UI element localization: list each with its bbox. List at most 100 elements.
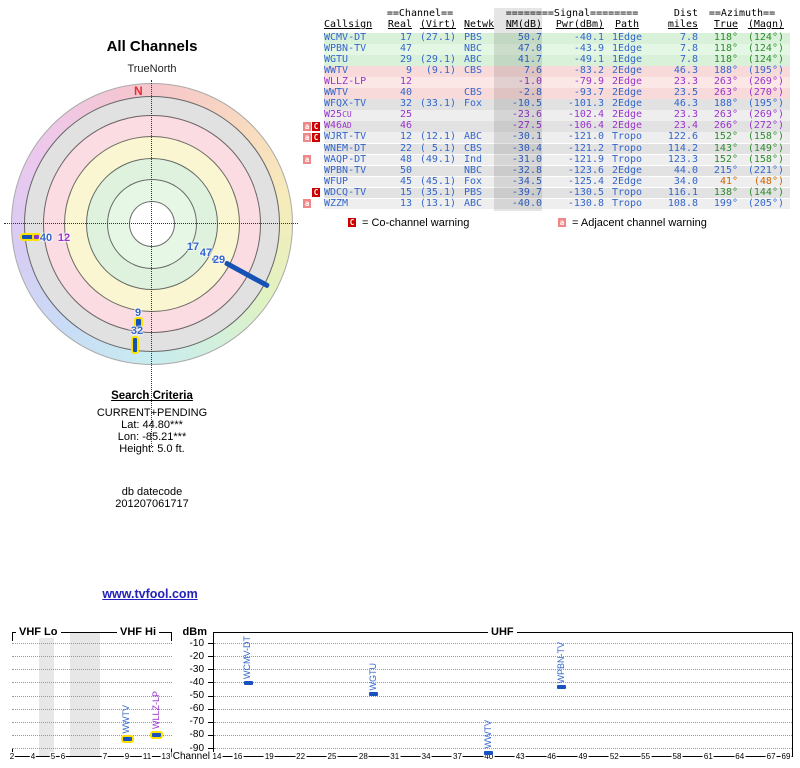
cell-virt: (29.1) [419,54,456,66]
cell-azimuth-true: 118° [713,43,738,55]
cell-netwk: ABC [464,54,483,66]
table-row: WGTU 29 (29.1) ABC 41.7 -49.1 1Edge 7.8 118° (124… [324,55,790,66]
cell-azimuth-true: 152° [713,153,738,165]
radar-channel-label: 47 [199,247,213,259]
uhf-channel-tick: 19 [263,752,275,761]
cell-virt [412,88,456,99]
cell-virt [412,166,456,177]
dbm-gridline [12,708,172,710]
signal-group-header: ========Signal======== [505,8,639,19]
cell-path: Tropo [611,131,643,143]
cell-nm: 50.7 [517,32,542,43]
adjacent-channel-warning-badge: a [303,199,311,209]
cell-path: 2Edge [611,87,643,99]
dbm-tick-mark [208,682,213,684]
tvfool-link[interactable]: www.tvfool.com [102,587,197,601]
table-row: WDCQ-TV 15 (35.1) PBS -39.7 -130.5 Tropo 116.1 1… [324,186,790,199]
signal-marker-label: WPBN-TV [555,642,566,684]
cell-miles: 23.4 [673,120,698,132]
cell-path: 2Edge [611,65,643,77]
dbm-tick-mark [208,669,213,671]
cell-miles: 23.5 [673,87,698,99]
dbm-tick-mark [208,656,213,658]
table-row: WWTV 40 CBS -2.8 -93.7 2Edge 23.5 263° (270°) [324,88,790,99]
table-row: WJRT-TV 12 (12.1) ABC -30.1 -121.0 Tropo 122.6 1… [324,132,790,143]
vhf-lo-label: VHF Lo [16,626,61,638]
signal-marker [369,692,379,697]
dbm-gridline [214,708,792,710]
north-marker: N [134,84,143,98]
cell-azimuth-true: 118° [713,54,738,66]
radar-title: All Channels [106,38,198,55]
dbm-gridline [12,695,172,697]
cell-path: 1Edge [611,32,643,43]
cell-nm: -39.7 [511,186,542,198]
vhf-channel-tick: 9 [123,752,131,761]
dbm-gridline [12,682,172,684]
co-channel-badge: C [348,218,356,227]
cell-real: 22 [399,142,412,154]
cell-azimuth-magn: (272°) [747,120,784,132]
cell-netwk [456,121,494,132]
col-path: Path [614,19,640,30]
cell-azimuth-magn: (270°) [747,87,784,99]
vhf-channel-tick: 5 [49,752,57,761]
cell-virt: (13.1) [419,197,456,209]
search-line: Lon: -85.21*** [117,431,187,443]
cell-miles: 46.3 [673,98,698,110]
cell-callsign: WAQP-DT [324,153,367,165]
cell-miles: 46.3 [673,65,698,77]
dbm-tick-label: -40 [189,676,204,688]
cell-real: 29 [399,54,412,66]
cell-real: 40 [399,87,412,99]
db-datecode: db datecode 201207061717 [32,486,272,510]
cell-netwk [456,110,494,121]
col-pwr: Pwr(dBm) [555,19,604,30]
cell-netwk: Fox [464,98,483,110]
dbm-gridline [12,748,172,749]
cell-nm: -32.8 [511,164,542,176]
vhf-channel-tick: 2 [8,752,16,761]
cell-real: 46 [399,120,412,132]
cell-azimuth-magn: (221°) [747,164,784,176]
cell-azimuth-true: 138° [713,186,738,198]
uhf-channel-tick: 22 [295,752,307,761]
uhf-channel-tick: 67 [765,752,777,761]
cell-miles: 123.3 [667,153,698,165]
cell-callsign: WZZM [324,197,349,209]
dbm-gridline [214,721,792,723]
dbm-gridline [12,721,172,723]
cell-virt: (12.1) [419,131,456,143]
signal-marker-label: WWTV [121,704,131,734]
cell-miles: 7.8 [679,54,698,66]
cell-pwr: -93.7 [573,87,604,99]
cell-nm: 41.7 [517,54,542,66]
table-row: WLLZ-LP 12 -1.0 -79.9 2Edge 23.3 263° (269°) [324,77,790,88]
cell-virt: (9.1) [425,65,456,77]
cell-callsign: WCMV-DT [324,32,367,43]
cell-callsign: WWTV [324,65,349,77]
uhf-channel-tick: 31 [389,752,401,761]
cell-callsign: WGTU [324,54,349,66]
dbm-axis-title: dBm [182,626,207,638]
cell-miles: 23.3 [673,76,698,88]
dbm-tick-mark [208,708,213,710]
cell-azimuth-magn: (149°) [747,142,784,154]
cell-callsign: WDCQ-TV [324,186,367,198]
cell-virt [412,110,456,121]
dbm-gridline [214,695,792,697]
cell-azimuth-true: 263° [713,76,738,88]
uhf-channel-tick: 37 [452,752,463,761]
cell-callsign: WNEM-DT [324,142,367,154]
cell-azimuth-magn: (48°) [753,175,784,187]
cell-azimuth-true: 152° [713,131,738,143]
signal-marker [557,685,567,690]
cell-virt: (27.1) [419,32,456,43]
table-row: WFQX-TV 32 (33.1) Fox -10.5 -101.3 2Edge 46.3 18… [324,99,790,110]
cell-miles: 108.8 [667,197,698,209]
dist-group-header: Dist [673,8,698,19]
cell-nm: -31.0 [511,153,542,165]
dbm-tick-label: -60 [189,703,204,715]
cell-nm: 7.6 [523,65,542,77]
dbm-tick-mark [208,695,213,697]
